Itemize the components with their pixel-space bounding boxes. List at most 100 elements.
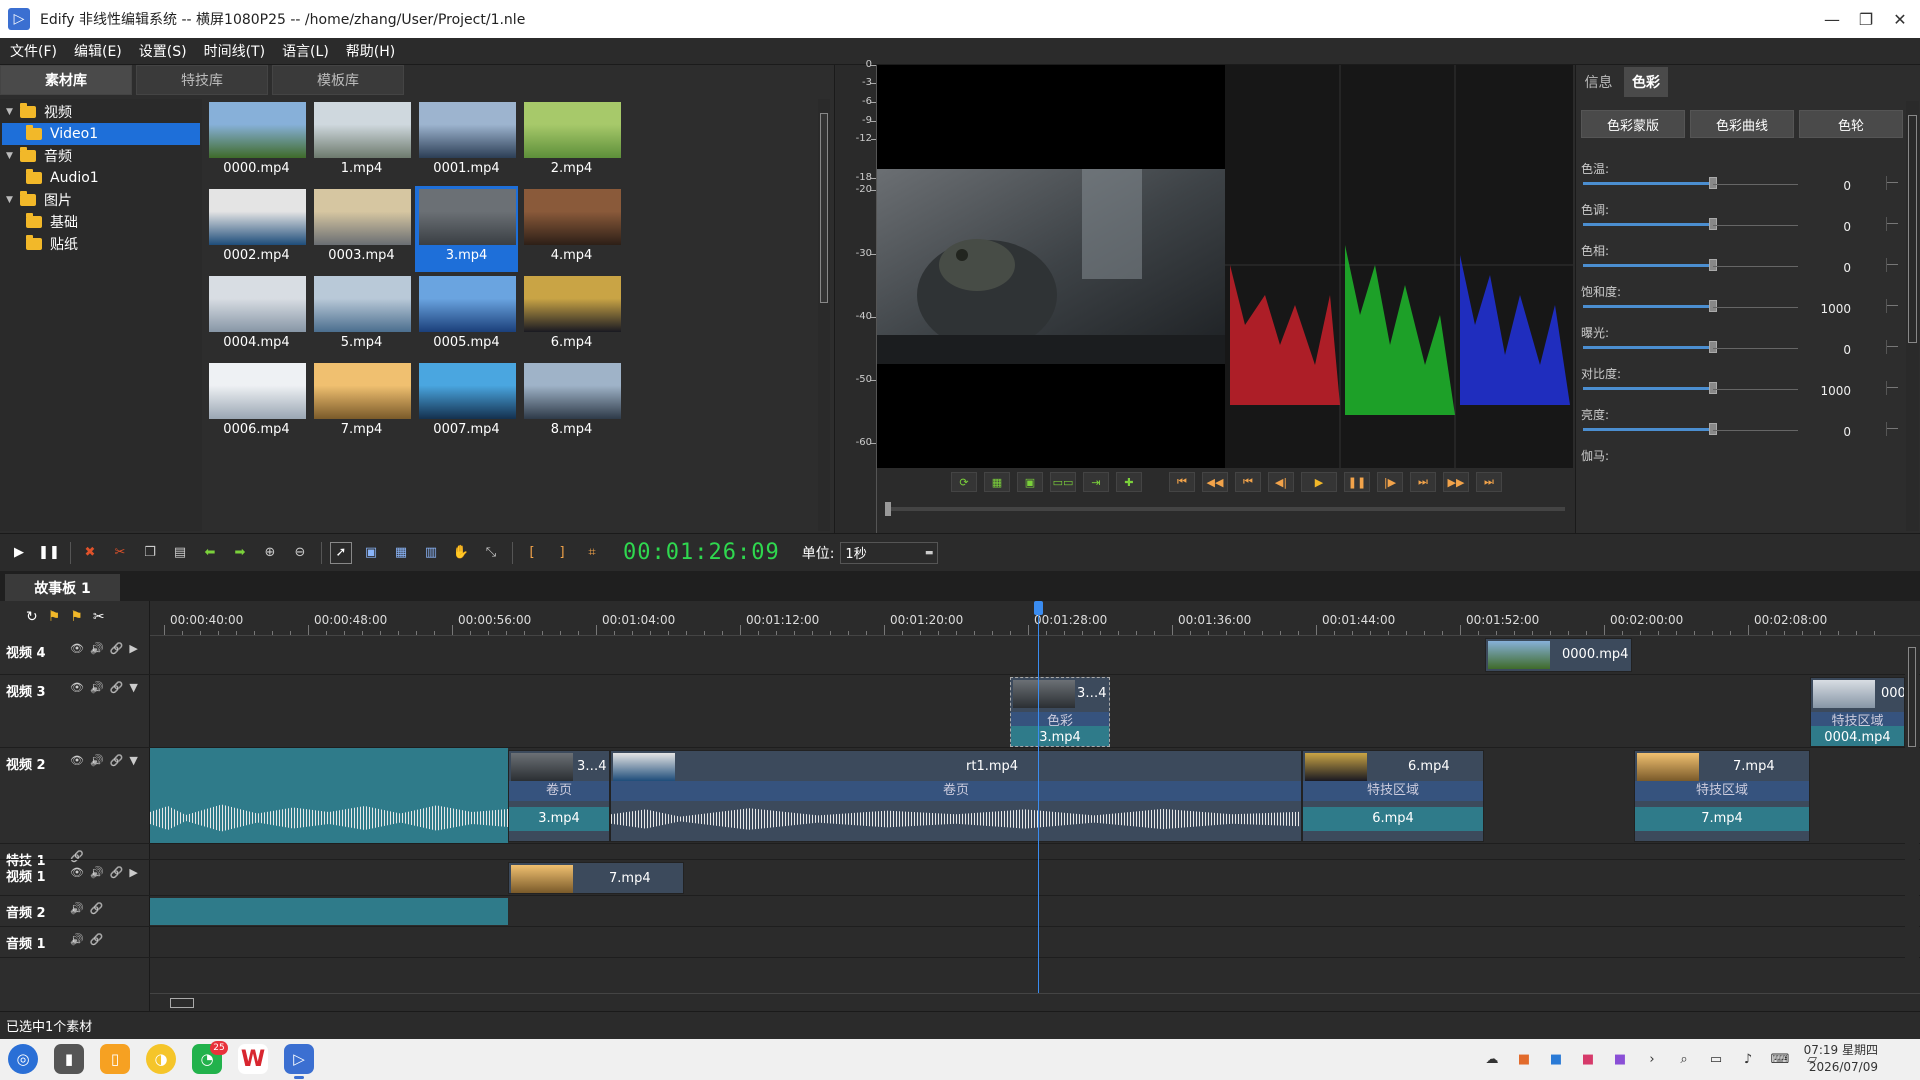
spinner-icon[interactable] — [1886, 217, 1898, 231]
paste-icon[interactable]: ▤ — [169, 542, 191, 564]
expand-arrow-icon[interactable]: ▼ — [6, 195, 20, 205]
keyboard-icon[interactable]: ⌨ — [1771, 1051, 1790, 1067]
media-item[interactable]: 0005.mp4 — [415, 273, 518, 359]
spinner-icon[interactable] — [1886, 340, 1898, 354]
media-item[interactable]: 0002.mp4 — [205, 186, 308, 272]
dual-icon[interactable]: ▭▭ — [1050, 472, 1076, 492]
timeline-hscroll[interactable] — [150, 993, 1920, 1011]
spinner-icon[interactable] — [1886, 258, 1898, 272]
scroll-thumb[interactable] — [1908, 647, 1916, 747]
slider-thumb[interactable] — [1709, 259, 1717, 271]
param-slider[interactable] — [1583, 259, 1717, 271]
tab-templates[interactable]: 模板库 — [272, 65, 404, 95]
clock[interactable]: 07:19 星期四 2026/07/09 — [1804, 1042, 1878, 1076]
start-icon[interactable]: ⏮ — [1169, 472, 1195, 492]
add-icon[interactable]: ✚ — [1116, 472, 1142, 492]
chevron-right-icon[interactable]: › — [1644, 1051, 1660, 1067]
spinner-icon[interactable] — [1886, 381, 1898, 395]
start-menu-icon[interactable]: ◎ — [8, 1044, 38, 1074]
media-item[interactable]: 7.mp4 — [310, 360, 413, 446]
track-row[interactable] — [0, 636, 1920, 675]
split-icon[interactable]: ⇥ — [1083, 472, 1109, 492]
expand-arrow-icon[interactable]: ▼ — [6, 107, 20, 117]
slider-thumb[interactable] — [1709, 300, 1717, 312]
redo-icon[interactable]: ➡ — [229, 542, 251, 564]
loop-icon[interactable]: ⟳ — [951, 472, 977, 492]
param-value[interactable]: 0 — [1811, 261, 1851, 275]
mark-in-icon[interactable]: [ — [521, 542, 543, 564]
safe-icon[interactable]: ▣ — [1017, 472, 1043, 492]
volume-icon[interactable]: ♪ — [1740, 1051, 1756, 1067]
unit-select[interactable]: 1秒 ▬ — [840, 541, 939, 564]
color-wheel-button[interactable]: 色轮 — [1799, 110, 1903, 138]
param-slider[interactable] — [1583, 300, 1717, 312]
media-item[interactable]: 0007.mp4 — [415, 360, 518, 446]
spinner-icon[interactable] — [1886, 299, 1898, 313]
tree-node-video[interactable]: ▼ 视频 — [6, 101, 200, 123]
panel-scrollbar[interactable] — [1906, 101, 1919, 531]
pause-icon[interactable]: ❚❚ — [1344, 472, 1370, 492]
task-view-icon[interactable]: ▮ — [54, 1044, 84, 1074]
wps-icon[interactable]: W — [238, 1044, 268, 1074]
delete-icon[interactable]: ✖ — [79, 542, 101, 564]
forward-icon[interactable]: ▶▶ — [1443, 472, 1469, 492]
slider-thumb[interactable] — [1709, 382, 1717, 394]
scroll-thumb[interactable] — [1908, 115, 1917, 343]
param-value[interactable]: 0 — [1811, 220, 1851, 234]
slider-thumb[interactable] — [1709, 423, 1717, 435]
display-icon[interactable]: ▭ — [1708, 1051, 1724, 1067]
marker2-icon[interactable]: ⚑ — [70, 609, 93, 625]
menu-settings[interactable]: 设置(S) — [132, 41, 194, 61]
track-row[interactable] — [0, 927, 1920, 958]
clip[interactable]: 000 特技区域 0004.mp4 — [1810, 677, 1905, 747]
split-icon[interactable]: ✂ — [93, 609, 115, 625]
tree-node-video1[interactable]: Video1 — [2, 123, 200, 145]
range-tool-icon[interactable]: ⤡ — [480, 542, 502, 564]
tree-node-stickers[interactable]: 贴纸 — [26, 233, 200, 255]
param-slider[interactable] — [1583, 382, 1717, 394]
clip[interactable]: 7.mp4 特技区域 7.mp4 — [1634, 750, 1810, 842]
color-mask-button[interactable]: 色彩蒙版 — [1581, 110, 1685, 138]
tree-node-basic[interactable]: 基础 — [26, 211, 200, 233]
hand-tool-icon[interactable]: ✋ — [450, 542, 472, 564]
slider-thumb[interactable] — [1709, 218, 1717, 230]
track-row[interactable] — [0, 844, 1920, 860]
fit-icon[interactable]: ▦ — [984, 472, 1010, 492]
scroll-thumb[interactable] — [170, 998, 194, 1008]
clip[interactable]: 3…4 卷页 3.mp4 — [508, 750, 610, 842]
copy-icon[interactable]: ❐ — [139, 542, 161, 564]
ripple-tool-icon[interactable]: ▦ — [390, 542, 412, 564]
prev-mark-icon[interactable]: ⏮ — [1235, 472, 1261, 492]
menu-timeline[interactable]: 时间线(T) — [197, 41, 272, 61]
param-value[interactable]: 0 — [1811, 179, 1851, 193]
track-tools[interactable]: ↻⚑⚑✂ — [26, 609, 115, 625]
snap-icon[interactable]: ↻ — [26, 609, 48, 625]
media-item[interactable]: 2.mp4 — [520, 99, 623, 185]
media-item[interactable]: 8.mp4 — [520, 360, 623, 446]
tab-color[interactable]: 色彩 — [1624, 67, 1668, 97]
close-button[interactable]: ✕ — [1880, 0, 1920, 38]
playhead[interactable] — [1038, 601, 1039, 993]
edit-tool-icon[interactable]: ▣ — [360, 542, 382, 564]
tree-node-audio[interactable]: ▼ 音频 — [6, 145, 200, 167]
playhead-handle[interactable] — [1034, 601, 1043, 615]
scroll-thumb[interactable] — [820, 113, 828, 303]
expand-arrow-icon[interactable]: ▼ — [6, 151, 20, 161]
media-item[interactable]: 1.mp4 — [310, 99, 413, 185]
clip[interactable]: 7.mp4 — [508, 862, 684, 894]
spinner-icon[interactable] — [1886, 176, 1898, 190]
param-value[interactable]: 1000 — [1811, 302, 1851, 316]
play-icon[interactable]: ▶ — [1301, 472, 1337, 492]
menu-file[interactable]: 文件(F) — [3, 41, 64, 61]
clip[interactable]: 6.mp4 特技区域 6.mp4 — [1302, 750, 1484, 842]
cloud-icon[interactable]: ☁ — [1484, 1051, 1500, 1067]
slip-tool-icon[interactable]: ▥ — [420, 542, 442, 564]
tray-app-icon[interactable]: ■ — [1516, 1051, 1532, 1067]
tab-effects[interactable]: 特技库 — [136, 65, 268, 95]
track-row[interactable] — [0, 675, 1920, 748]
files-app-icon[interactable]: ▯ — [100, 1044, 130, 1074]
mark-out-icon[interactable]: ] — [551, 542, 573, 564]
audio-clip[interactable] — [150, 898, 508, 925]
zoom-in-icon[interactable]: ⊕ — [259, 542, 281, 564]
prev-frame-icon[interactable]: ◀| — [1268, 472, 1294, 492]
